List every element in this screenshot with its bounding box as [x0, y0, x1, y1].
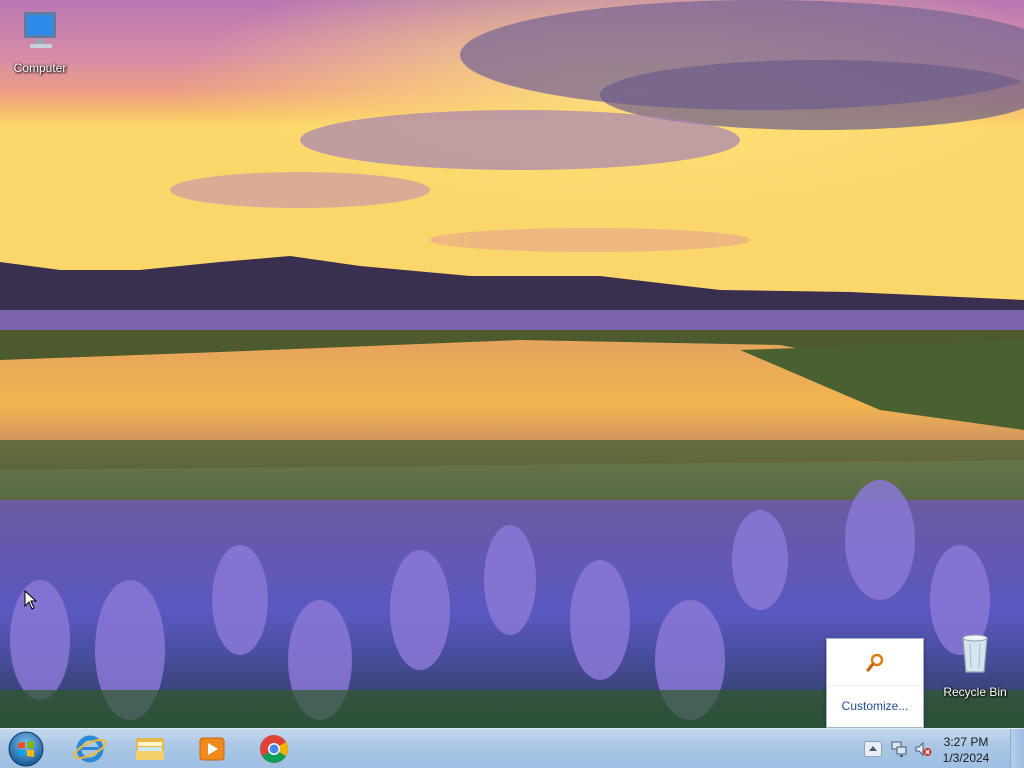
internet-explorer-icon	[73, 735, 107, 763]
popup-divider	[827, 685, 923, 686]
taskbar-windows-explorer[interactable]	[124, 731, 176, 767]
search-magnifier-icon[interactable]	[865, 653, 885, 673]
customize-link[interactable]: Customize...	[827, 699, 923, 713]
clock-date: 1/3/2024	[942, 751, 990, 765]
folder-explorer-icon	[136, 738, 164, 760]
clock-time: 3:27 PM	[943, 735, 989, 749]
show-hidden-icons-button[interactable]	[864, 741, 882, 762]
taskbar-google-chrome[interactable]	[248, 731, 300, 767]
desktop-icon-recycle-bin[interactable]: Recycle Bin	[935, 630, 1015, 699]
recycle-bin-icon	[962, 634, 988, 673]
computer-icon	[24, 12, 56, 48]
taskbar: 3:27 PM 1/3/2024	[0, 728, 1024, 768]
network-icon	[891, 741, 907, 757]
media-player-icon	[199, 737, 225, 761]
chevron-up-icon	[864, 741, 882, 757]
taskbar-clock[interactable]: 3:27 PM 1/3/2024	[930, 734, 1002, 766]
chrome-icon	[260, 735, 288, 763]
taskbar-internet-explorer[interactable]	[64, 731, 116, 767]
network-tray-button[interactable]	[890, 740, 908, 763]
desktop-icon-computer[interactable]: Computer	[0, 6, 80, 75]
show-desktop-button[interactable]	[1010, 729, 1024, 768]
windows-start-orb-icon[interactable]	[6, 730, 46, 768]
desktop[interactable]: Computer Recycle Bin Customize...	[0, 0, 1024, 728]
wallpaper-image	[0, 0, 1024, 728]
desktop-icon-label: Recycle Bin	[943, 685, 1007, 699]
mouse-cursor-icon	[24, 590, 38, 610]
taskbar-windows-media-player[interactable]	[186, 731, 238, 767]
desktop-icon-label: Computer	[13, 61, 67, 75]
notification-area-overflow-popup: Customize...	[826, 638, 924, 728]
